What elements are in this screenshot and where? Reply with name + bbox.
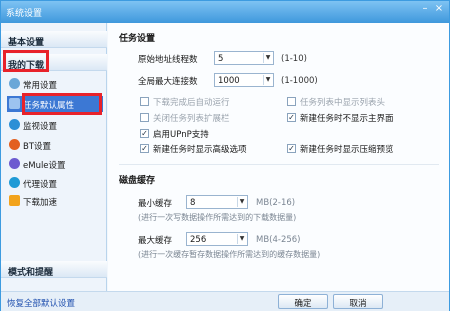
chevron-down-icon[interactable]: ▼ [263, 75, 272, 85]
checkbox-box[interactable] [140, 97, 149, 106]
cancel-button[interactable]: 取消 [333, 294, 383, 309]
checkbox-box[interactable]: ✓ [287, 144, 296, 153]
min-cache-description: (进行一次写数据操作所需达到的下载数据量) [138, 213, 297, 222]
connections-label: 全局最大连接数 [138, 77, 198, 87]
sidebar-section-basic[interactable]: 基本设置 [1, 31, 107, 48]
threads-value: 5 [218, 54, 224, 64]
max-cache-hint: MB(4-256) [256, 235, 301, 245]
checkbox-label: 关闭任务列表扩展栏 [153, 114, 230, 124]
threads-label: 原始地址线程数 [138, 55, 198, 65]
checkbox-label: 新建任务时不显示主界面 [300, 114, 394, 124]
proxy-icon [9, 177, 20, 188]
sidebar-item-label: eMule设置 [23, 161, 66, 171]
sidebar-item-label: BT设置 [23, 142, 52, 152]
highlight-box-downloads [3, 50, 49, 72]
footer-bar: 恢复全部默认设置 确定 取消 [1, 291, 449, 311]
checkbox-label: 下载完成后自动运行 [153, 98, 230, 108]
sidebar-item-common[interactable]: 常用设置 [7, 76, 103, 92]
section-title-cache: 磁盘缓存 [119, 176, 156, 186]
checkbox-box[interactable]: ✓ [140, 144, 149, 153]
checkbox-box[interactable]: ✓ [140, 129, 149, 138]
restore-defaults-link[interactable]: 恢复全部默认设置 [7, 297, 75, 309]
chevron-down-icon[interactable]: ▼ [263, 53, 272, 63]
checkbox-label: 任务列表中显示列表头 [300, 98, 386, 108]
task-icon [9, 98, 20, 109]
ok-button[interactable]: 确定 [278, 294, 328, 309]
connections-value: 1000 [218, 76, 240, 86]
chevron-down-icon[interactable]: ▼ [237, 234, 246, 244]
checkbox-box[interactable] [287, 97, 296, 106]
chevron-down-icon[interactable]: ▼ [237, 197, 246, 207]
settings-window: 系统设置 – × 基本设置 我的下载 常用设置 任务默认属性 监视设置 BT设置… [0, 0, 450, 311]
min-cache-hint: MB(2-16) [256, 198, 296, 208]
min-cache-value: 8 [190, 198, 196, 208]
close-icon[interactable]: × [433, 3, 445, 15]
checkbox-label: 启用UPnP支持 [153, 130, 209, 140]
sidebar-item-bt[interactable]: BT设置 [7, 137, 103, 153]
connections-stepper[interactable]: 1000 ▼ [214, 73, 274, 87]
connections-hint: (1-1000) [281, 76, 318, 86]
section-title-task: 任务设置 [119, 34, 156, 44]
sidebar-item-monitor[interactable]: 监视设置 [7, 117, 103, 133]
sidebar-item-label: 常用设置 [23, 81, 58, 91]
checkbox-box[interactable]: ✓ [287, 113, 296, 122]
sidebar-section-mode[interactable]: 模式和提醒 [1, 261, 107, 278]
sidebar-item-emule[interactable]: eMule设置 [7, 156, 103, 172]
emule-icon [9, 158, 20, 169]
sidebar-item-label: 代理设置 [23, 180, 58, 190]
title-bar: 系统设置 – × [1, 1, 449, 23]
sidebar-item-label: 监视设置 [23, 122, 58, 132]
max-cache-value: 256 [190, 235, 207, 245]
window-title: 系统设置 [6, 9, 43, 19]
max-cache-description: (进行一次缓存暂存数据操作所需达到的缓存数据量) [138, 250, 321, 259]
checkbox-label: 新建任务时显示压缩预览 [300, 145, 394, 155]
threads-stepper[interactable]: 5 ▼ [214, 51, 274, 65]
bt-icon [9, 139, 20, 150]
gear-icon [9, 78, 20, 89]
min-cache-label: 最小缓存 [138, 199, 173, 209]
accelerate-icon [9, 195, 20, 206]
max-cache-stepper[interactable]: 256 ▼ [186, 232, 248, 246]
sidebar-item-label: 下载加速 [23, 198, 58, 208]
sidebar-item-accelerate[interactable]: 下载加速 [7, 193, 103, 209]
threads-hint: (1-10) [281, 54, 307, 64]
highlight-box-task-defaults [22, 93, 102, 115]
settings-panel: 任务设置 原始地址线程数 5 ▼ (1-10) 全局最大连接数 1000 ▼ (… [108, 23, 449, 291]
section-divider [119, 164, 439, 165]
max-cache-label: 最大缓存 [138, 236, 173, 246]
sidebar-item-proxy[interactable]: 代理设置 [7, 175, 103, 191]
min-cache-stepper[interactable]: 8 ▼ [186, 195, 248, 209]
minimize-icon[interactable]: – [419, 3, 431, 15]
monitor-icon [9, 119, 20, 130]
checkbox-label: 新建任务时显示高级选项 [153, 145, 247, 155]
checkbox-box[interactable] [140, 113, 149, 122]
